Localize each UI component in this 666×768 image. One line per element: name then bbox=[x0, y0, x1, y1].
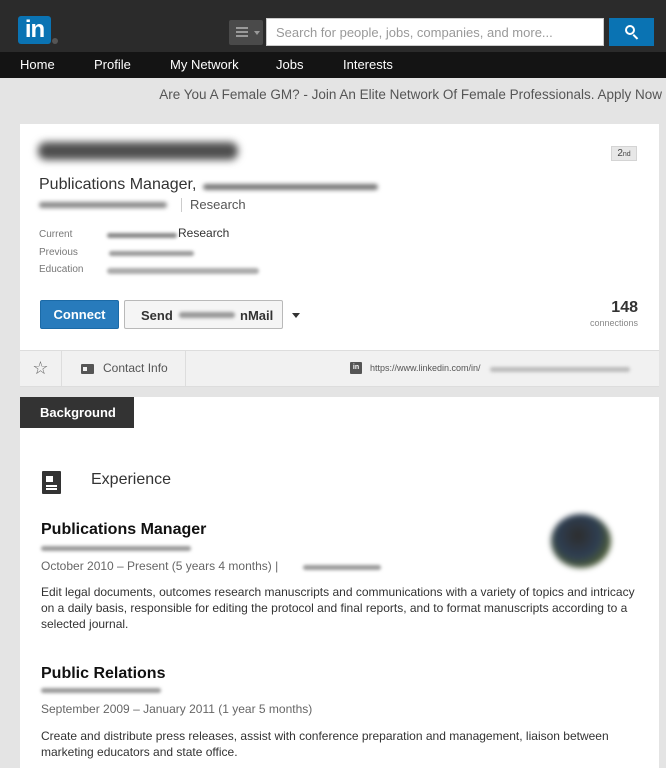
connections-count: 148 bbox=[611, 299, 638, 316]
contact-info-label: Contact Info bbox=[103, 361, 168, 375]
logo-dot bbox=[52, 38, 58, 44]
current-value[interactable]: Research bbox=[178, 226, 229, 240]
nav-jobs[interactable]: Jobs bbox=[276, 52, 303, 78]
contact-card-icon bbox=[81, 364, 94, 374]
search-button[interactable] bbox=[609, 18, 654, 46]
previous-company-redacted bbox=[109, 251, 194, 256]
job-description: Create and distribute press releases, as… bbox=[41, 729, 609, 759]
nav-interests[interactable]: Interests bbox=[343, 52, 393, 78]
chevron-down-icon bbox=[292, 313, 300, 318]
document-icon bbox=[42, 471, 61, 494]
education-label: Education bbox=[39, 264, 84, 275]
job-company-redacted bbox=[41, 688, 161, 693]
star-icon[interactable]: ☆ bbox=[20, 351, 62, 386]
nav-profile[interactable]: Profile bbox=[94, 52, 131, 78]
previous-label: Previous bbox=[39, 247, 78, 258]
current-label: Current bbox=[39, 229, 73, 240]
linkedin-small-icon: in bbox=[350, 362, 362, 374]
profile-industry: Research bbox=[190, 197, 246, 212]
send-inmail-button[interactable]: Send nMail bbox=[124, 300, 283, 329]
profile-name-redacted bbox=[38, 142, 238, 160]
background-tab[interactable]: Background bbox=[20, 397, 134, 428]
current-company-redacted bbox=[107, 233, 177, 238]
inmail-send-label: Send bbox=[141, 308, 173, 323]
inmail-name-redacted bbox=[179, 312, 235, 318]
connections-label: connections bbox=[589, 318, 638, 328]
separator bbox=[181, 198, 182, 212]
job-location-redacted bbox=[303, 565, 381, 570]
top-bar: in bbox=[0, 0, 666, 52]
experience-heading: Experience bbox=[91, 471, 172, 488]
education-redacted bbox=[107, 268, 259, 274]
nav-my-network[interactable]: My Network bbox=[170, 52, 239, 78]
inmail-mail-label: nMail bbox=[240, 308, 274, 323]
search-icon-handle bbox=[632, 34, 639, 40]
headline-company-redacted bbox=[203, 184, 378, 190]
public-url-redacted bbox=[490, 367, 630, 372]
company-logo bbox=[551, 514, 611, 568]
job-description: Edit legal documents, outcomes research … bbox=[41, 585, 635, 631]
main-nav: Home Profile My Network Jobs Interests bbox=[0, 52, 666, 78]
job-dates: September 2009 – January 2011 (1 year 5 … bbox=[41, 702, 313, 716]
location-redacted bbox=[39, 202, 167, 208]
job-title[interactable]: Publications Manager bbox=[41, 521, 206, 539]
search-input[interactable] bbox=[266, 18, 604, 46]
background-section: Background Experience Publications Manag… bbox=[20, 397, 659, 768]
connection-degree-badge: 2nd bbox=[611, 146, 637, 161]
more-actions-dropdown[interactable] bbox=[288, 300, 308, 329]
advanced-search-button[interactable] bbox=[229, 20, 263, 45]
profile-card: 2nd Publications Manager, Research Curre… bbox=[20, 124, 659, 350]
linkedin-logo[interactable]: in bbox=[18, 16, 51, 44]
chevron-down-icon bbox=[254, 31, 260, 35]
contact-info-tab[interactable]: Contact Info bbox=[62, 351, 186, 386]
menu-icon bbox=[236, 27, 248, 29]
nav-home[interactable]: Home bbox=[20, 52, 55, 78]
profile-headline: Publications Manager, bbox=[39, 176, 197, 193]
job-title[interactable]: Public Relations bbox=[41, 665, 165, 683]
contact-info-bar: ☆ Contact Info in https://www.linkedin.c… bbox=[20, 350, 659, 387]
job-dates: October 2010 – Present (5 years 4 months… bbox=[41, 559, 279, 573]
ad-banner-link[interactable]: Are You A Female GM? - Join An Elite Net… bbox=[159, 87, 662, 102]
degree-suffix: nd bbox=[622, 151, 631, 158]
public-profile-url[interactable]: https://www.linkedin.com/in/ bbox=[370, 363, 481, 373]
connect-button[interactable]: Connect bbox=[40, 300, 119, 329]
job-company-redacted bbox=[41, 546, 191, 551]
